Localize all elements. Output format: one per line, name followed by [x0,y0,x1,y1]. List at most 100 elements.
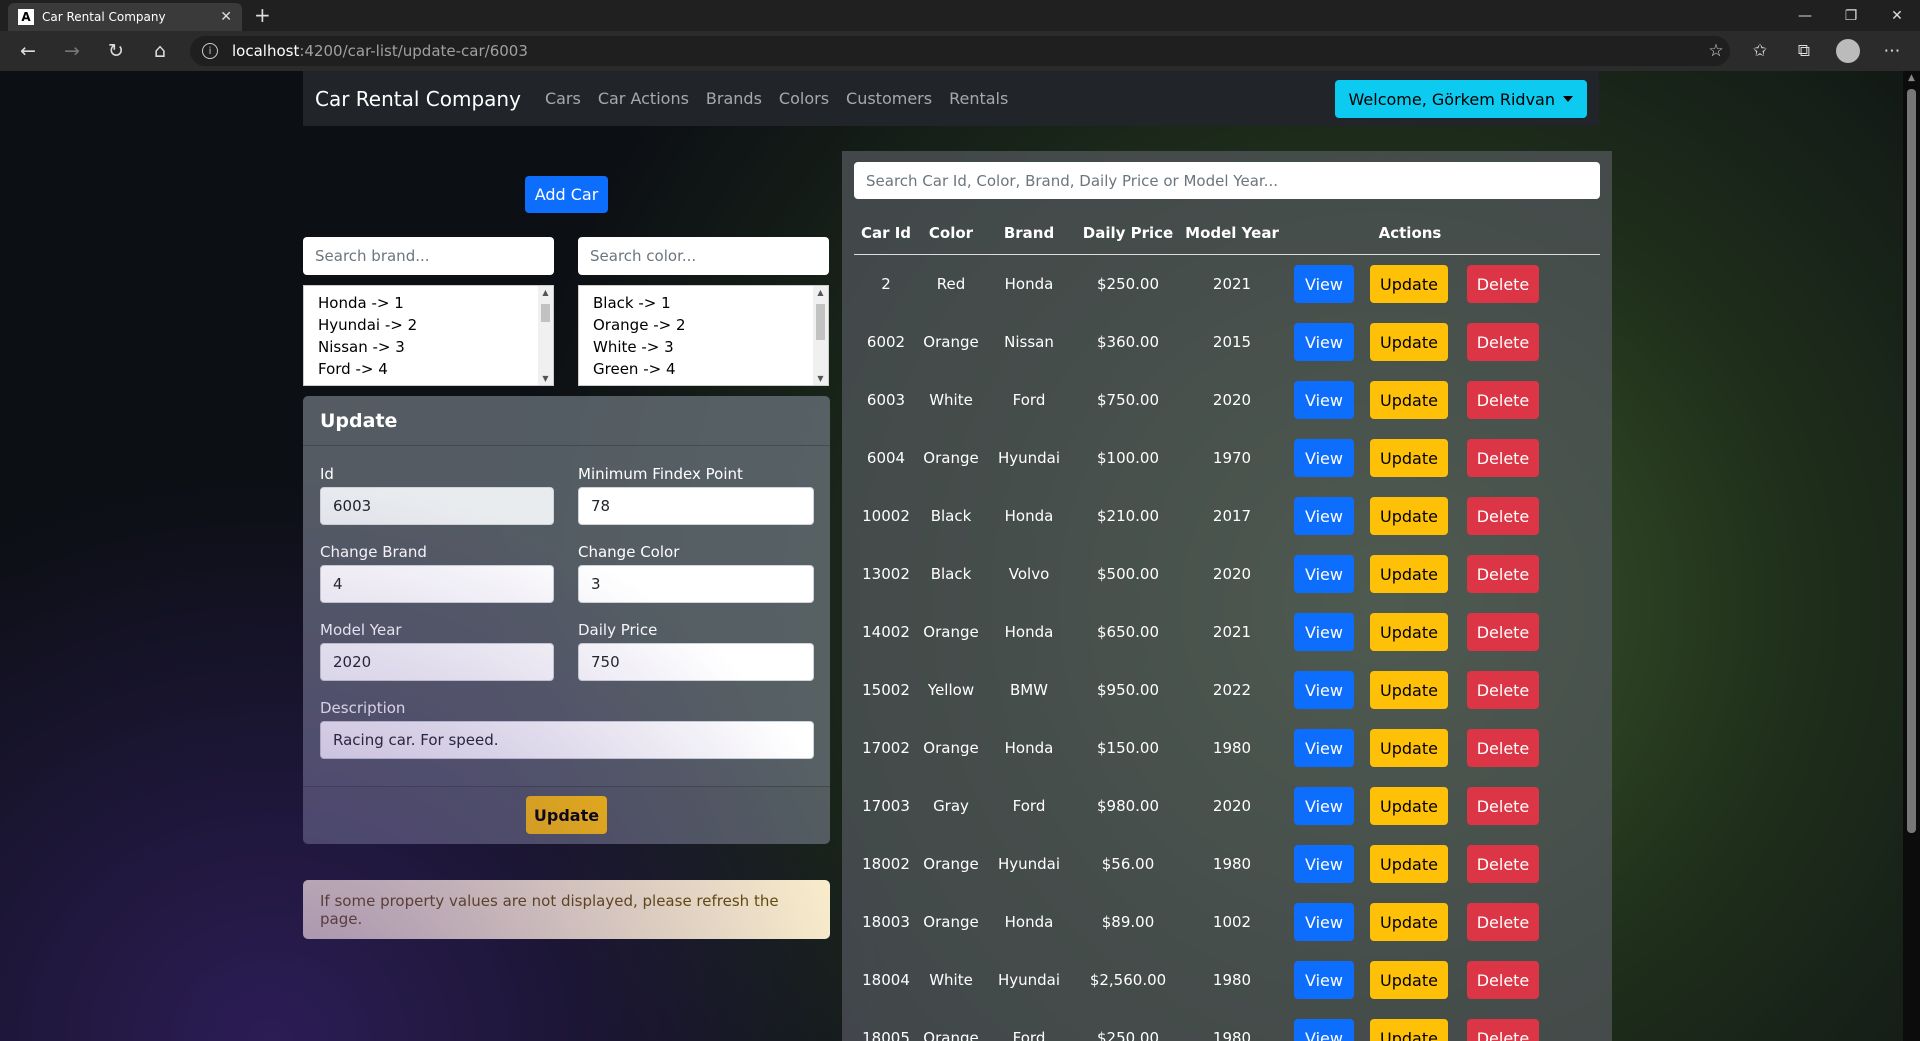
update-button[interactable]: Update [1370,381,1448,419]
view-button[interactable]: View [1294,671,1354,709]
delete-button[interactable]: Delete [1467,555,1539,593]
update-button[interactable]: Update [1370,787,1448,825]
view-button[interactable]: View [1294,555,1354,593]
delete-button[interactable]: Delete [1467,903,1539,941]
update-button[interactable]: Update [1370,729,1448,767]
update-button[interactable]: Update [1370,671,1448,709]
new-tab-icon[interactable]: + [254,3,271,27]
delete-button[interactable]: Delete [1467,381,1539,419]
page-scrollbar[interactable]: ▲ [1903,71,1920,1041]
view-button[interactable]: View [1294,845,1354,883]
color-listbox[interactable]: Black -> 1 Orange -> 2 White -> 3 Green … [578,285,829,386]
profile-avatar[interactable] [1836,39,1860,63]
search-brand-input[interactable]: Search brand... [303,237,554,275]
color-option[interactable]: White -> 3 [579,336,828,358]
delete-button[interactable]: Delete [1467,961,1539,999]
scroll-up-icon[interactable]: ▲ [813,288,828,297]
update-button[interactable]: Update [1370,845,1448,883]
color-listbox-scrollbar[interactable]: ▲ ▼ [813,286,828,385]
update-button[interactable]: Update [1370,323,1448,361]
view-button[interactable]: View [1294,729,1354,767]
address-bar[interactable]: i localhost :4200/car-list/update-car/60… [190,36,1730,66]
delete-button[interactable]: Delete [1467,671,1539,709]
nav-link-rentals[interactable]: Rentals [949,89,1008,108]
nav-link-cars[interactable]: Cars [545,89,581,108]
brand-option[interactable]: Hyundai -> 2 [304,314,553,336]
scroll-up-icon[interactable]: ▲ [1903,73,1920,83]
nav-link-customers[interactable]: Customers [846,89,932,108]
scroll-down-icon[interactable]: ▼ [813,374,828,383]
add-favorite-icon[interactable]: ☆ [1704,39,1728,63]
nav-link-colors[interactable]: Colors [779,89,829,108]
page-scroll-thumb[interactable] [1907,89,1916,833]
back-icon[interactable]: ← [14,37,42,65]
collections-icon[interactable]: ⧉ [1792,39,1816,63]
view-button[interactable]: View [1294,265,1354,303]
brand-option[interactable]: Nissan -> 3 [304,336,553,358]
brand-option[interactable]: Ford -> 4 [304,358,553,380]
update-button[interactable]: Update [1370,555,1448,593]
refresh-icon[interactable]: ↻ [102,37,130,65]
delete-button[interactable]: Delete [1467,613,1539,651]
color-option[interactable]: Black -> 1 [579,292,828,314]
view-button[interactable]: View [1294,381,1354,419]
view-button[interactable]: View [1294,613,1354,651]
car-search-input[interactable]: Search Car Id, Color, Brand, Daily Price… [854,162,1600,199]
color-option[interactable]: Green -> 4 [579,358,828,380]
daily-price-field[interactable]: 750 [578,643,814,681]
site-info-icon[interactable]: i [202,43,218,59]
navbar-brand[interactable]: Car Rental Company [315,87,521,111]
forward-icon[interactable]: → [58,37,86,65]
close-tab-icon[interactable]: ✕ [220,9,232,25]
delete-button[interactable]: Delete [1467,265,1539,303]
favorites-icon[interactable]: ✩ [1748,39,1772,63]
delete-button[interactable]: Delete [1467,439,1539,477]
update-button[interactable]: Update [1370,903,1448,941]
view-button[interactable]: View [1294,787,1354,825]
color-option[interactable]: Orange -> 2 [579,314,828,336]
findex-field[interactable]: 78 [578,487,814,525]
model-year-field[interactable]: 2020 [320,643,554,681]
update-submit-button[interactable]: Update [526,796,607,834]
user-dropdown-button[interactable]: Welcome, Görkem Ridvan [1334,80,1587,118]
scroll-thumb[interactable] [541,304,550,322]
description-field[interactable]: Racing car. For speed. [320,721,814,759]
update-button[interactable]: Update [1370,961,1448,999]
delete-button[interactable]: Delete [1467,787,1539,825]
update-button[interactable]: Update [1370,439,1448,477]
view-button[interactable]: View [1294,439,1354,477]
nav-link-car-actions[interactable]: Car Actions [598,89,689,108]
add-car-button[interactable]: Add Car [525,176,608,213]
nav-link-brands[interactable]: Brands [706,89,762,108]
search-color-input[interactable]: Search color... [578,237,829,275]
delete-button[interactable]: Delete [1467,1019,1539,1041]
brand-field[interactable]: 4 [320,565,554,603]
restore-icon[interactable]: ❐ [1828,0,1874,31]
view-button[interactable]: View [1294,1019,1354,1041]
view-button[interactable]: View [1294,323,1354,361]
table-row: 18002 Orange Hyundai $56.00 1980 View Update De… [854,836,1600,894]
delete-button[interactable]: Delete [1467,323,1539,361]
view-button[interactable]: View [1294,903,1354,941]
delete-button[interactable]: Delete [1467,729,1539,767]
color-field[interactable]: 3 [578,565,814,603]
view-button[interactable]: View [1294,961,1354,999]
browser-tab[interactable]: A Car Rental Company ✕ [8,3,242,31]
update-button[interactable]: Update [1370,497,1448,535]
view-button[interactable]: View [1294,497,1354,535]
scroll-thumb[interactable] [816,304,825,340]
delete-button[interactable]: Delete [1467,497,1539,535]
brand-listbox-scrollbar[interactable]: ▲ ▼ [538,286,553,385]
scroll-up-icon[interactable]: ▲ [538,288,553,297]
close-window-icon[interactable]: ✕ [1874,0,1920,31]
delete-button[interactable]: Delete [1467,845,1539,883]
brand-listbox[interactable]: Honda -> 1 Hyundai -> 2 Nissan -> 3 Ford… [303,285,554,386]
scroll-down-icon[interactable]: ▼ [538,374,553,383]
update-button[interactable]: Update [1370,613,1448,651]
update-button[interactable]: Update [1370,1019,1448,1041]
home-icon[interactable]: ⌂ [146,37,174,65]
minimize-icon[interactable]: — [1782,0,1828,31]
update-button[interactable]: Update [1370,265,1448,303]
brand-option[interactable]: Honda -> 1 [304,292,553,314]
more-icon[interactable]: ⋯ [1880,39,1904,63]
